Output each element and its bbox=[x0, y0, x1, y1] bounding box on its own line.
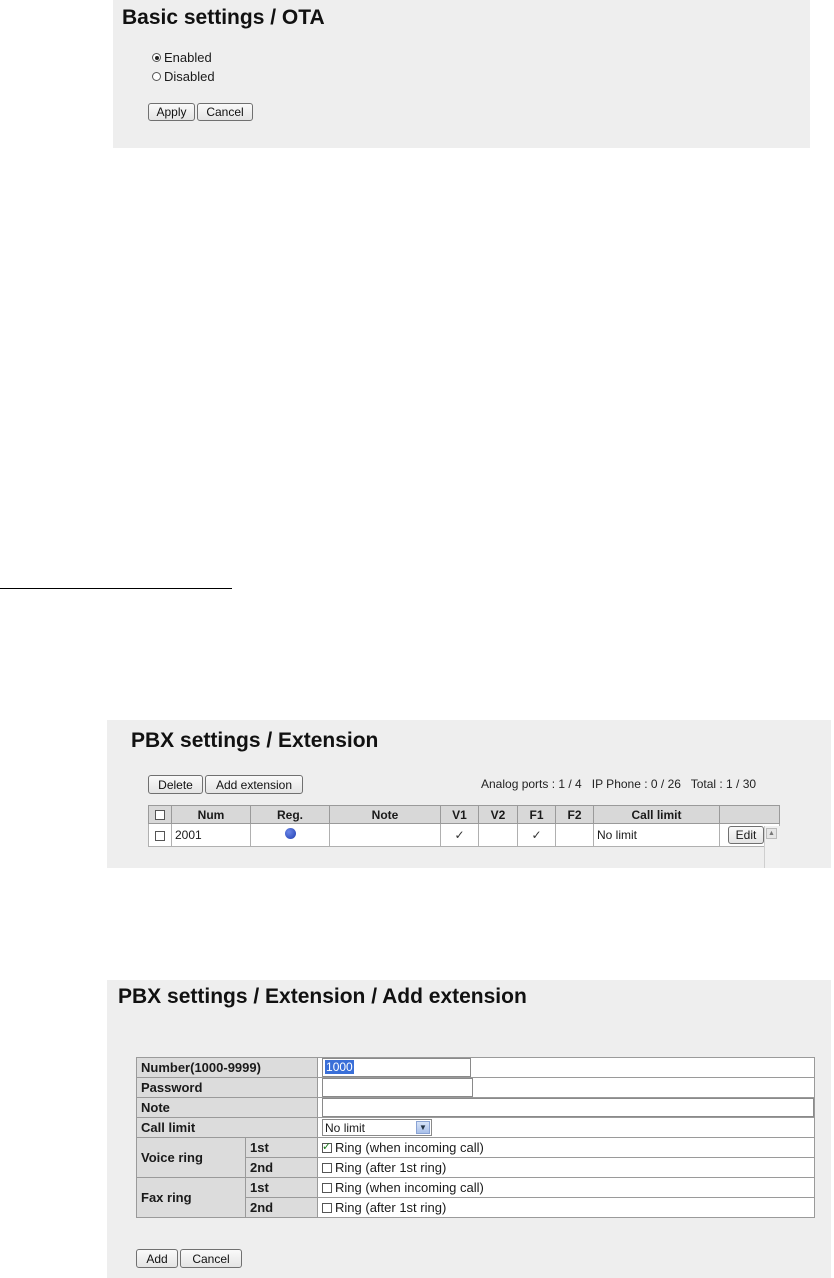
col-f2: F2 bbox=[555, 805, 594, 824]
disabled-label: Disabled bbox=[164, 69, 215, 84]
call-limit-value: No limit bbox=[325, 1120, 366, 1135]
disabled-radio[interactable] bbox=[152, 72, 161, 81]
col-note: Note bbox=[329, 805, 441, 824]
fax-first-checkbox[interactable] bbox=[322, 1182, 333, 1193]
enabled-radio[interactable] bbox=[152, 53, 161, 62]
voice-second-cell: Ring (after 1st ring) bbox=[317, 1157, 816, 1178]
number-input[interactable]: 1000 bbox=[322, 1058, 472, 1077]
row-select-cell[interactable] bbox=[148, 823, 172, 847]
voice-first-cell: Ring (when incoming call) bbox=[317, 1137, 816, 1158]
select-all-checkbox[interactable] bbox=[155, 810, 165, 821]
number-label: Number(1000-9999) bbox=[135, 1057, 319, 1078]
reg-cell bbox=[250, 823, 330, 847]
col-v1: V1 bbox=[440, 805, 479, 824]
ota-title: Basic settings / OTA bbox=[122, 6, 325, 29]
password-label: Password bbox=[135, 1077, 319, 1098]
edit-button[interactable]: Edit bbox=[728, 826, 764, 844]
ota-cancel-button[interactable]: Cancel bbox=[197, 103, 253, 121]
chevron-down-icon[interactable]: ▼ bbox=[416, 1121, 431, 1134]
col-num: Num bbox=[171, 805, 251, 824]
call-limit-cell: No limit ▼ bbox=[317, 1117, 816, 1138]
call-limit-select[interactable]: No limit ▼ bbox=[322, 1119, 433, 1136]
enabled-label: Enabled bbox=[164, 50, 212, 65]
table-row: 2001 ✓ ✓ No limit Edit bbox=[148, 823, 780, 847]
voice-second-checkbox[interactable] bbox=[322, 1162, 333, 1173]
voice-second-text: Ring (after 1st ring) bbox=[335, 1160, 447, 1175]
note-cell bbox=[329, 823, 441, 847]
col-f1: F1 bbox=[517, 805, 556, 824]
ota-panel: Basic settings / OTA Enabled Disabled Ap… bbox=[113, 0, 810, 148]
fax-first-text: Ring (when incoming call) bbox=[335, 1180, 484, 1195]
number-cell: 1000 bbox=[317, 1057, 816, 1078]
delete-button[interactable]: Delete bbox=[148, 775, 203, 794]
fax-ring-label: Fax ring bbox=[136, 1177, 246, 1218]
scroll-up-arrow-icon[interactable]: ▲ bbox=[766, 828, 777, 839]
fax-first-cell: Ring (when incoming call) bbox=[317, 1177, 816, 1198]
col-call-limit: Call limit bbox=[593, 805, 720, 824]
col-reg: Reg. bbox=[250, 805, 330, 824]
fax-second-text: Ring (after 1st ring) bbox=[335, 1200, 447, 1215]
col-v2: V2 bbox=[478, 805, 518, 824]
registered-status-icon bbox=[284, 828, 296, 839]
voice-second-option[interactable]: Ring (after 1st ring) bbox=[322, 1160, 810, 1175]
note-input[interactable] bbox=[322, 1098, 815, 1117]
voice-first-checkbox[interactable] bbox=[322, 1140, 333, 1153]
fax-second-option[interactable]: Ring (after 1st ring) bbox=[322, 1200, 810, 1215]
fax-first-label: 1st bbox=[244, 1177, 319, 1198]
call-limit-cell: No limit bbox=[593, 823, 720, 847]
col-action bbox=[719, 805, 780, 824]
add-extension-button[interactable]: Add extension bbox=[205, 775, 303, 794]
fax-second-checkbox[interactable] bbox=[322, 1202, 333, 1213]
voice-second-label: 2nd bbox=[244, 1157, 319, 1178]
section-divider bbox=[0, 588, 232, 589]
port-stats: Analog ports : 1 / 4 IP Phone : 0 / 26 T… bbox=[481, 777, 757, 791]
add-cancel-button[interactable]: Cancel bbox=[180, 1249, 242, 1268]
table-header-row: Num Reg. Note V1 V2 F1 F2 Call limit bbox=[148, 805, 780, 824]
add-button[interactable]: Add bbox=[136, 1249, 178, 1268]
number-value: 1000 bbox=[325, 1060, 354, 1074]
voice-first-text: Ring (when incoming call) bbox=[335, 1140, 484, 1155]
voice-first-label: 1st bbox=[244, 1137, 319, 1158]
voice-first-option[interactable]: Ring (when incoming call) bbox=[322, 1140, 810, 1155]
note-cell bbox=[317, 1097, 816, 1118]
num-cell: 2001 bbox=[171, 823, 251, 847]
v2-cell bbox=[478, 823, 518, 847]
add-extension-title: PBX settings / Extension / Add extension bbox=[118, 985, 527, 1008]
voice-ring-label: Voice ring bbox=[136, 1137, 246, 1178]
ota-enabled-option[interactable]: Enabled bbox=[152, 50, 212, 65]
extension-table: Num Reg. Note V1 V2 F1 F2 Call limit 200… bbox=[148, 805, 780, 847]
fax-second-cell: Ring (after 1st ring) bbox=[317, 1197, 816, 1218]
add-extension-form: Number(1000-9999) 1000 Password Note Cal… bbox=[135, 1057, 816, 1218]
apply-button[interactable]: Apply bbox=[148, 103, 195, 121]
fax-second-label: 2nd bbox=[244, 1197, 319, 1218]
password-input[interactable] bbox=[322, 1078, 474, 1097]
f2-cell bbox=[555, 823, 594, 847]
f1-cell: ✓ bbox=[517, 823, 556, 847]
password-cell bbox=[317, 1077, 816, 1098]
fax-first-option[interactable]: Ring (when incoming call) bbox=[322, 1180, 810, 1195]
v1-cell: ✓ bbox=[440, 823, 479, 847]
note-label: Note bbox=[135, 1097, 319, 1118]
select-all-cell[interactable] bbox=[148, 805, 172, 824]
call-limit-label: Call limit bbox=[135, 1117, 319, 1138]
extension-title: PBX settings / Extension bbox=[131, 729, 379, 752]
row-checkbox[interactable] bbox=[155, 830, 165, 841]
ota-disabled-option[interactable]: Disabled bbox=[152, 69, 215, 84]
